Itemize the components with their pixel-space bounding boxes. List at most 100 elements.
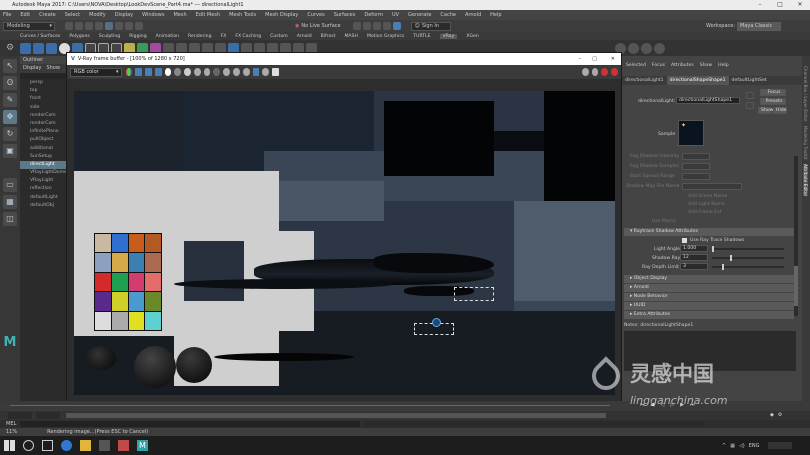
focus-button[interactable]: Focus bbox=[760, 89, 786, 96]
node-select-icon[interactable] bbox=[746, 92, 754, 99]
shelf-tab-xgen[interactable]: XGen bbox=[466, 34, 478, 39]
task-view-icon[interactable] bbox=[42, 440, 53, 451]
render-canvas[interactable] bbox=[74, 91, 615, 395]
clear-image-icon[interactable] bbox=[203, 68, 211, 76]
network-icon[interactable]: ▦ bbox=[730, 443, 735, 449]
menu-select[interactable]: Select bbox=[65, 12, 80, 18]
mode-dropdown[interactable]: Modeling ▾ bbox=[3, 21, 55, 31]
live-surface[interactable]: ◉ No Live Surface bbox=[295, 23, 341, 29]
shelf-tab-rigging[interactable]: Rigging bbox=[129, 34, 146, 39]
outliner-menu-show[interactable]: Show bbox=[46, 64, 60, 73]
shelf-tab-rendering[interactable]: Rendering bbox=[188, 34, 211, 39]
maximize-button[interactable]: □ bbox=[770, 0, 790, 10]
stop-render-icon[interactable] bbox=[601, 68, 609, 76]
app-icon[interactable] bbox=[118, 440, 129, 451]
layout-four-icon[interactable]: ▦ bbox=[3, 195, 17, 209]
shelf-tab-mash[interactable]: MASH bbox=[344, 34, 357, 39]
render-view-icon[interactable] bbox=[352, 22, 361, 30]
outliner-item[interactable]: persp bbox=[20, 79, 66, 87]
outliner-menu-display[interactable]: Display bbox=[23, 64, 41, 73]
menu-create[interactable]: Create bbox=[39, 12, 56, 18]
raytrace-section-header[interactable]: ▾ Raytrace Shadow Attributes bbox=[624, 228, 794, 236]
undo-icon[interactable] bbox=[85, 22, 93, 30]
shelf-tab-fx-caching[interactable]: FX Caching bbox=[235, 34, 261, 39]
settings-icon[interactable]: ⚙ bbox=[778, 412, 782, 418]
render-view-shelf-icon[interactable] bbox=[641, 42, 653, 54]
command-input[interactable] bbox=[20, 421, 361, 427]
outliner-item[interactable]: additional bbox=[20, 145, 66, 153]
shelf-tab-motion-graphics[interactable]: Motion Graphics bbox=[367, 34, 404, 39]
presets-button[interactable]: Presets bbox=[760, 98, 786, 105]
menu-mesh-display[interactable]: Mesh Display bbox=[265, 12, 298, 18]
step-back-icon[interactable]: ◀ bbox=[651, 402, 655, 408]
ray-depth-slider[interactable] bbox=[712, 264, 784, 270]
snap-curve-icon[interactable] bbox=[125, 22, 133, 30]
shelf-tab-curves-surfaces[interactable]: Curves / Surfaces bbox=[20, 34, 60, 39]
ipr-icon[interactable] bbox=[372, 22, 381, 30]
range-bar[interactable] bbox=[66, 413, 606, 418]
scale-tool-icon[interactable]: ▣ bbox=[3, 144, 17, 158]
hypershade-icon[interactable] bbox=[628, 42, 640, 54]
vfb-maximize-button[interactable]: □ bbox=[592, 56, 597, 62]
menu-arnold[interactable]: Arnold bbox=[465, 12, 481, 18]
shelf-tab-sculpting[interactable]: Sculpting bbox=[99, 34, 120, 39]
outliner-item[interactable]: front bbox=[20, 95, 66, 103]
show-button[interactable]: Show bbox=[758, 107, 773, 114]
outliner-item[interactable]: SunSetup bbox=[20, 153, 66, 161]
channel-box-tab[interactable]: Channel Box / Layer Editor bbox=[803, 66, 808, 122]
render-icon[interactable] bbox=[591, 68, 599, 76]
play-icon[interactable]: ▷ bbox=[670, 402, 674, 408]
attr-tab-transform[interactable]: directionalLight1 bbox=[622, 76, 667, 85]
vray-vfb-icon[interactable] bbox=[46, 42, 58, 54]
folder-icon[interactable] bbox=[65, 22, 73, 30]
attr-tab-lightset[interactable]: defaultLightSet bbox=[729, 76, 770, 85]
section-node-behavior[interactable]: ▸ Node Behavior bbox=[624, 293, 794, 301]
layout-two-icon[interactable]: ◫ bbox=[3, 212, 17, 226]
play-back-icon[interactable]: ◁ bbox=[660, 402, 664, 408]
light-angle-field[interactable]: 1.000 bbox=[680, 245, 708, 252]
notes-textarea[interactable] bbox=[624, 331, 796, 371]
outliner-item[interactable]: VRayLightDome bbox=[20, 169, 66, 177]
shelf-tab-fx[interactable]: FX bbox=[221, 34, 227, 39]
rgb-channel-icon[interactable] bbox=[125, 68, 133, 76]
outliner-item[interactable]: defaultLight bbox=[20, 194, 66, 202]
layout-single-icon[interactable]: ▭ bbox=[3, 178, 17, 192]
outliner-item[interactable]: reflection bbox=[20, 185, 66, 193]
menu-edit[interactable]: Edit bbox=[20, 12, 30, 18]
paint-select-icon[interactable]: ✎ bbox=[3, 93, 17, 107]
store-icon[interactable] bbox=[99, 440, 110, 451]
key-icon[interactable]: ◆ bbox=[770, 412, 774, 418]
shelf-tab-animation[interactable]: Animation bbox=[156, 34, 179, 39]
select-mode-icon[interactable] bbox=[105, 22, 113, 30]
menu-modify[interactable]: Modify bbox=[89, 12, 106, 18]
minimize-button[interactable]: – bbox=[750, 0, 770, 10]
outliner-item[interactable]: VRayLight bbox=[20, 177, 66, 185]
node-name-field[interactable]: directionalLightShape1 bbox=[676, 97, 740, 104]
menu-mesh-tools[interactable]: Mesh Tools bbox=[229, 12, 256, 18]
menu-generate[interactable]: Generate bbox=[408, 12, 431, 18]
outliner-item[interactable]: renderCam bbox=[20, 112, 66, 120]
red-channel-icon[interactable] bbox=[135, 68, 143, 76]
browser-icon[interactable] bbox=[61, 440, 72, 451]
sign-in-dropdown[interactable]: ☺ Sign In bbox=[410, 21, 451, 31]
outliner-item[interactable]: defaultObj bbox=[20, 202, 66, 210]
select-tool-icon[interactable]: ↖ bbox=[3, 59, 17, 73]
clock[interactable] bbox=[767, 442, 792, 449]
help-icon[interactable] bbox=[654, 42, 666, 54]
shadow-rays-slider[interactable] bbox=[712, 255, 784, 261]
outliner-item[interactable]: top bbox=[20, 87, 66, 95]
alpha-channel-icon[interactable] bbox=[164, 68, 172, 76]
node-input-icon[interactable] bbox=[746, 102, 754, 109]
shelf-tab-arnold[interactable]: Arnold bbox=[297, 34, 312, 39]
vray-icon[interactable] bbox=[392, 22, 401, 30]
outliner-item[interactable]: renderCam bbox=[20, 120, 66, 128]
close-button[interactable]: ✕ bbox=[790, 0, 810, 10]
range-slider[interactable]: ◆ ⚙ bbox=[0, 411, 810, 420]
vray-ipr-icon[interactable] bbox=[33, 42, 45, 54]
ipr-toggle-icon[interactable] bbox=[581, 68, 589, 76]
section-arnold[interactable]: ▸ Arnold bbox=[624, 284, 794, 292]
use-raytrace-checkbox[interactable] bbox=[682, 238, 687, 243]
light-gizmo-handle[interactable] bbox=[432, 318, 441, 327]
green-channel-icon[interactable] bbox=[145, 68, 152, 76]
attribute-editor-tab[interactable]: Attribute Editor bbox=[803, 163, 808, 196]
